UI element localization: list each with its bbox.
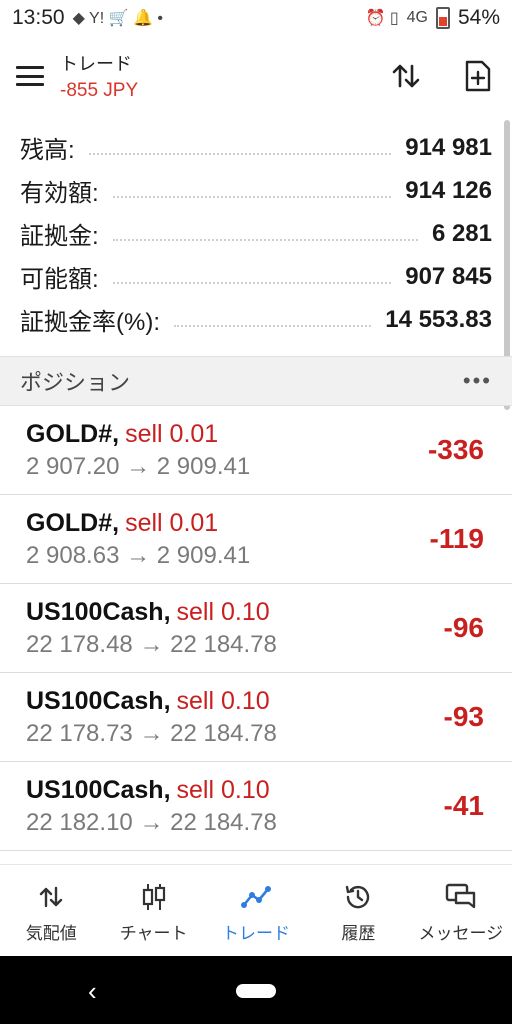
system-icons: ⏰ ▯: [365, 10, 399, 27]
section-title: ポジション: [20, 370, 131, 395]
position-row[interactable]: GOLD#, sell 0.01 2 908.63 → 2 909.41 -119: [0, 495, 512, 584]
summary-row-margin: 証拠金: 6 281: [0, 212, 512, 255]
account-summary: 残高: 914 981 有効額: 914 126 証拠金: 6 281 可能額:…: [0, 126, 512, 341]
system-navigation-bar: ‹: [0, 956, 512, 1024]
history-icon: [346, 885, 370, 908]
nav-messages[interactable]: メッセージ: [410, 865, 512, 957]
position-row[interactable]: US100Cash, sell 0.10 22 182.10 → 22 184.7…: [0, 762, 512, 851]
quotes-icon: [40, 886, 63, 907]
summary-value: 6 281: [431, 219, 492, 247]
position-profit: -96: [443, 612, 484, 643]
position-prices: 2 908.63 → 2 909.41: [26, 541, 251, 569]
position-prices: 2 907.20 → 2 909.41: [26, 452, 251, 480]
summary-value: 907 845: [405, 262, 492, 290]
dotted-leader: [174, 313, 372, 327]
more-options-icon[interactable]: •••: [463, 368, 492, 394]
trade-icon: [241, 885, 272, 908]
positions-section-header: ポジション •••: [0, 356, 512, 406]
bottom-navigation: 気配値 チャート トレード 履歴 メッセージ: [0, 864, 512, 957]
summary-label: 有効額:: [20, 180, 99, 207]
battery-percent: 54%: [457, 6, 500, 29]
position-symbol: US100Cash,: [26, 597, 171, 626]
sort-button[interactable]: [388, 58, 424, 94]
position-side: sell 0.01: [125, 419, 219, 448]
position-symbol: GOLD#,: [26, 419, 120, 448]
position-symbol: US100Cash,: [26, 686, 171, 715]
back-icon[interactable]: ‹: [88, 976, 97, 1007]
summary-value: 914 981: [405, 133, 492, 161]
position-symbol: US100Cash,: [26, 775, 171, 804]
nav-quotes[interactable]: 気配値: [0, 865, 102, 957]
nav-chart[interactable]: チャート: [102, 865, 204, 957]
position-side: sell 0.10: [176, 775, 270, 804]
position-prices: 22 178.48 → 22 184.78: [26, 630, 277, 658]
summary-label: 残高:: [20, 137, 75, 164]
summary-label: 証拠金:: [20, 223, 99, 250]
position-profit: -41: [443, 790, 484, 821]
nav-label: 履歴: [341, 923, 376, 943]
page-title: トレード: [60, 54, 132, 74]
notification-icons: ◆ Y! 🛒 🔔 •: [72, 10, 163, 27]
dotted-leader: [112, 184, 392, 198]
sort-icon: [392, 64, 420, 88]
summary-row-margin-level: 証拠金率(%): 14 553.83: [0, 298, 512, 341]
dotted-leader: [112, 227, 418, 241]
status-time: 13:50: [12, 6, 65, 29]
battery-icon: [435, 7, 450, 29]
position-profit: -93: [443, 701, 484, 732]
dotted-leader: [88, 141, 392, 155]
nav-trade[interactable]: トレード: [205, 865, 307, 957]
menu-icon[interactable]: [16, 66, 44, 86]
summary-label: 可能額:: [20, 266, 99, 293]
summary-row-balance: 残高: 914 981: [0, 126, 512, 169]
position-prices: 22 178.73 → 22 184.78: [26, 719, 277, 747]
chart-icon: [142, 883, 165, 910]
position-symbol: GOLD#,: [26, 508, 120, 537]
status-bar: 13:50 ◆ Y! 🛒 🔔 • ⏰ ▯ 4G 54%: [0, 0, 512, 36]
total-profit: -855 JPY: [60, 80, 139, 101]
new-order-icon: [465, 60, 491, 92]
position-side: sell 0.10: [176, 597, 270, 626]
position-profit: -336: [427, 434, 484, 465]
summary-row-free-margin: 可能額: 907 845: [0, 255, 512, 298]
position-row[interactable]: US100Cash, sell 0.10 22 178.73 → 22 184.7…: [0, 673, 512, 762]
summary-label: 証拠金率(%):: [20, 309, 160, 336]
positions-list: GOLD#, sell 0.01 2 907.20 → 2 909.41 -336…: [0, 406, 512, 862]
nav-label: メッセージ: [418, 923, 504, 943]
position-row[interactable]: US100Cash, sell 0.10 22 178.48 → 22 184.7…: [0, 584, 512, 673]
position-side: sell 0.10: [176, 686, 270, 715]
nav-history[interactable]: 履歴: [307, 865, 409, 957]
messages-icon: [445, 883, 476, 908]
nav-label: トレード: [222, 923, 291, 943]
network-label: 4G: [406, 9, 428, 26]
dotted-leader: [112, 270, 392, 284]
new-order-button[interactable]: [460, 58, 496, 94]
nav-label: 気配値: [25, 923, 77, 943]
summary-row-equity: 有効額: 914 126: [0, 169, 512, 212]
app-header: トレード -855 JPY: [0, 36, 512, 116]
position-side: sell 0.01: [125, 508, 219, 537]
home-pill[interactable]: [236, 984, 276, 998]
position-prices: 22 182.10 → 22 184.78: [26, 808, 277, 836]
title-block: トレード -855 JPY: [60, 50, 138, 102]
nav-label: チャート: [119, 923, 188, 943]
position-profit: -119: [429, 523, 485, 554]
summary-value: 14 553.83: [385, 305, 492, 333]
summary-value: 914 126: [405, 176, 492, 204]
position-row[interactable]: GOLD#, sell 0.01 2 907.20 → 2 909.41 -336: [0, 406, 512, 495]
